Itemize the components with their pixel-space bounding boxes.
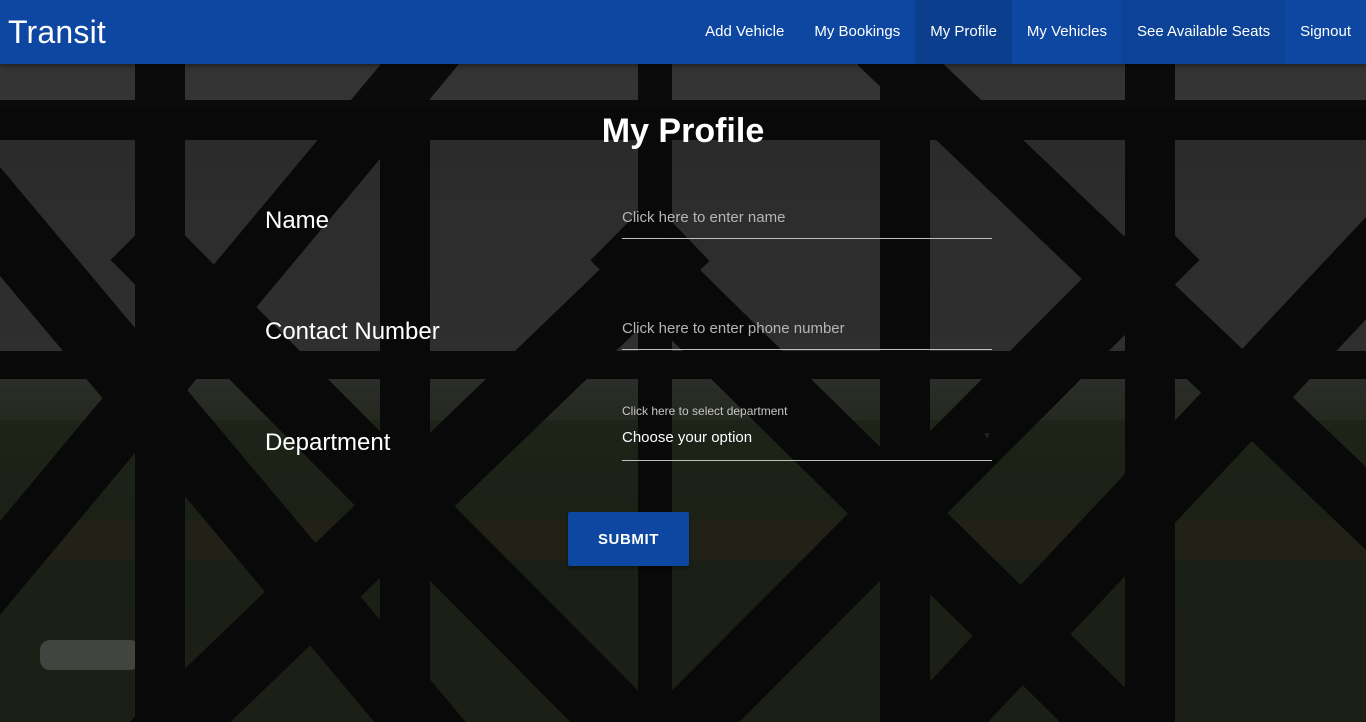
department-label: Department [265, 429, 391, 456]
top-navbar: Transit Add Vehicle My Bookings My Profi… [0, 0, 1366, 64]
contact-number-input[interactable] [622, 306, 992, 350]
contact-field-wrapper [622, 306, 992, 350]
dropdown-caret-icon: ▼ [982, 431, 992, 442]
department-select[interactable]: Choose your option ▼ [622, 425, 992, 461]
name-field-wrapper [622, 195, 992, 239]
nav-links: Add Vehicle My Bookings My Profile My Ve… [690, 0, 1366, 64]
name-input[interactable] [622, 195, 992, 239]
page-title: My Profile [601, 112, 765, 150]
department-selected-value: Choose your option [622, 429, 753, 446]
brand-logo[interactable]: Transit [0, 0, 106, 64]
submit-button[interactable]: SUBMIT [568, 512, 689, 566]
nav-my-profile[interactable]: My Profile [915, 0, 1012, 64]
nav-my-bookings[interactable]: My Bookings [799, 0, 915, 64]
nav-signout[interactable]: Signout [1285, 0, 1366, 64]
department-caption: Click here to select department [622, 404, 788, 418]
nav-my-vehicles[interactable]: My Vehicles [1012, 0, 1122, 64]
nav-add-vehicle[interactable]: Add Vehicle [690, 0, 799, 64]
nav-see-available-seats[interactable]: See Available Seats [1121, 0, 1286, 64]
profile-form: My Profile Name Contact Number Departmen… [0, 64, 1366, 722]
contact-number-label: Contact Number [265, 318, 440, 345]
name-label: Name [265, 207, 330, 234]
